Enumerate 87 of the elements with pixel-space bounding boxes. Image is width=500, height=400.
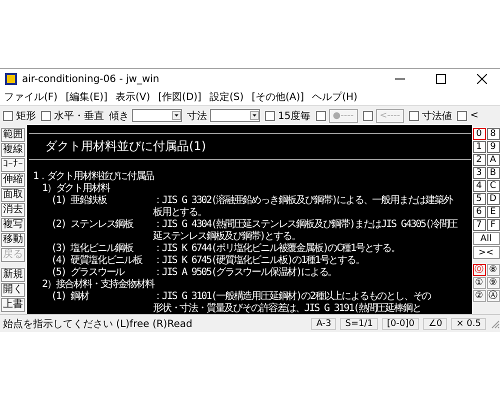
menu-item[interactable]: ヘルプ(H) (312, 90, 358, 104)
status-field: × 0.5 (451, 318, 486, 330)
tool-button[interactable]: 伸縮 (1, 173, 25, 187)
status-field: [0-0]0 (382, 318, 420, 330)
spec-text: 板用とする。 (153, 207, 208, 219)
checkbox[interactable] (41, 110, 51, 120)
layer-group-button[interactable]: 7 (472, 219, 486, 231)
menu-item[interactable]: [作図(D)] (158, 90, 202, 104)
item-label: (3) 塩化ビニル鋼板 (50, 243, 134, 254)
item-label: 1）ダクト用材料 (41, 183, 111, 194)
checkbox[interactable] (409, 110, 420, 120)
menu-item[interactable]: [編集(E)] (66, 90, 108, 104)
layer-group-button[interactable]: 4 (472, 180, 486, 192)
checkbox[interactable] (457, 110, 468, 120)
layer-button[interactable]: Ⓐ (486, 290, 500, 302)
checkbox-label: 15度毎 (278, 110, 311, 122)
drawing-heading: ダクト用材料並びに付属品(1) (44, 138, 207, 155)
checkbox[interactable] (3, 110, 13, 120)
dropdown[interactable] (210, 109, 260, 122)
spec-text: ：JIS G 3302(溶融亜鉛めっき鋼板及び鋼帯)による、一般用または建築外 (153, 195, 454, 206)
tool-button[interactable]: 移動 (1, 233, 25, 247)
dropdown[interactable] (132, 109, 182, 122)
layer-group-button[interactable]: C (486, 180, 500, 192)
spec-text: 延ステンレス鋼板及び鋼帯)とする。 (153, 231, 302, 242)
checkbox-label: 水平・垂直 (54, 110, 104, 122)
layer-button[interactable]: ⑧ (486, 264, 500, 276)
layer-group-button[interactable]: 0 (472, 128, 486, 140)
spec-text: ：JIS K 6744(ポリ塩化ビニル被覆金属板)のC種1号とする。 (153, 243, 401, 254)
layer-group-button[interactable]: 9 (486, 141, 500, 153)
item-label: (4) 硬質塩化ビニル板 (50, 255, 144, 267)
status-field: A-3 (311, 318, 336, 330)
spec-text: ：JIS G 3101(一般構造用圧延鋼材)の2種以上によるものとし、その (153, 291, 432, 302)
layer-button[interactable]: ① (472, 277, 486, 289)
tool-button[interactable]: 複線 (1, 143, 25, 157)
item-label: (2) ステンレス鋼板 (50, 219, 134, 231)
field-label: 傾き (109, 110, 129, 122)
checkbox-label: 寸法値 (422, 110, 452, 122)
caret-icon (172, 111, 181, 120)
tool-button[interactable]: 面取 (1, 188, 25, 202)
layer-group-button[interactable]: 3 (472, 167, 486, 179)
spec-text: ：JIS G 4304(熱間圧延ステンレス鋼板及び鋼帯)またはJIS G4305(冷間圧 (153, 219, 459, 230)
maximize-icon (436, 74, 446, 84)
tool-button[interactable]: 複写 (1, 218, 25, 232)
layer-group-button[interactable]: B (486, 167, 500, 179)
layer-button[interactable]: ② (472, 290, 486, 302)
close-icon (477, 74, 487, 84)
tool-button[interactable]: 上書 (1, 298, 25, 312)
tool-button[interactable]: 消去 (1, 203, 25, 217)
app-icon (5, 73, 17, 85)
layer-group-button[interactable]: 1 (472, 141, 486, 153)
menu-item[interactable]: 表示(V) (116, 90, 150, 104)
item-label: 1．ダクト用材料並びに付属品 (32, 171, 153, 182)
menu-item[interactable]: 設定(S) (209, 90, 244, 104)
layer-button[interactable]: ⑨ (486, 277, 500, 289)
resize-grip-icon[interactable] (490, 318, 500, 328)
field-label: 寸法 (187, 110, 207, 122)
spec-text: ：JIS A 9505(グラスウール保温材)による。 (153, 267, 338, 278)
layer-group-button[interactable]: 5 (472, 193, 486, 205)
layer-button[interactable]: >< (472, 246, 500, 259)
layer-group-button[interactable]: A (486, 154, 500, 166)
menu-item[interactable]: ファイル(F) (4, 90, 58, 104)
item-label: (1) 鋼材 (50, 291, 90, 303)
layer-group-button[interactable]: 6 (472, 206, 486, 218)
tool-button[interactable]: ｺｰﾅｰ (1, 158, 25, 172)
item-label: 2）接合材料・支持金物材料 (41, 279, 153, 290)
item-label: (1) 亜鉛鉄板 (50, 195, 108, 207)
layer-group-button[interactable]: E (486, 206, 500, 218)
tool-button[interactable]: 開く (1, 283, 25, 297)
spec-text: 形状・寸法・質量及びその許容差は、JIS G 3191(熱間圧延棒鋼と (153, 303, 422, 314)
spec-text: ：JIS K 6745(硬質塩化ビニル板)の1種1号とする。 (153, 255, 366, 266)
caret-icon (250, 111, 259, 120)
tool-button[interactable]: 新規 (1, 268, 25, 282)
layer-group-button[interactable]: D (486, 193, 500, 205)
checkbox[interactable] (265, 110, 275, 120)
window-title: air-conditioning-06 - jw_win (22, 74, 160, 84)
layer-group-button[interactable]: F (486, 219, 500, 231)
menu-item[interactable]: [その他(A)] (252, 90, 304, 104)
layer-group-button[interactable]: 8 (486, 128, 500, 140)
layer-button[interactable]: All (472, 232, 500, 245)
checkbox-label: < (470, 110, 478, 121)
status-message: 始点を指示してください (L)free (R)Read (3, 318, 194, 330)
status-field: ∠0 (423, 318, 448, 330)
status-field: S=1/1 (340, 318, 378, 330)
checkbox-label: 矩形 (16, 110, 36, 122)
item-label: (5) グラスウール (50, 267, 126, 278)
layer-group-button[interactable]: 2 (472, 154, 486, 166)
tool-button[interactable]: 範囲 (1, 128, 25, 142)
